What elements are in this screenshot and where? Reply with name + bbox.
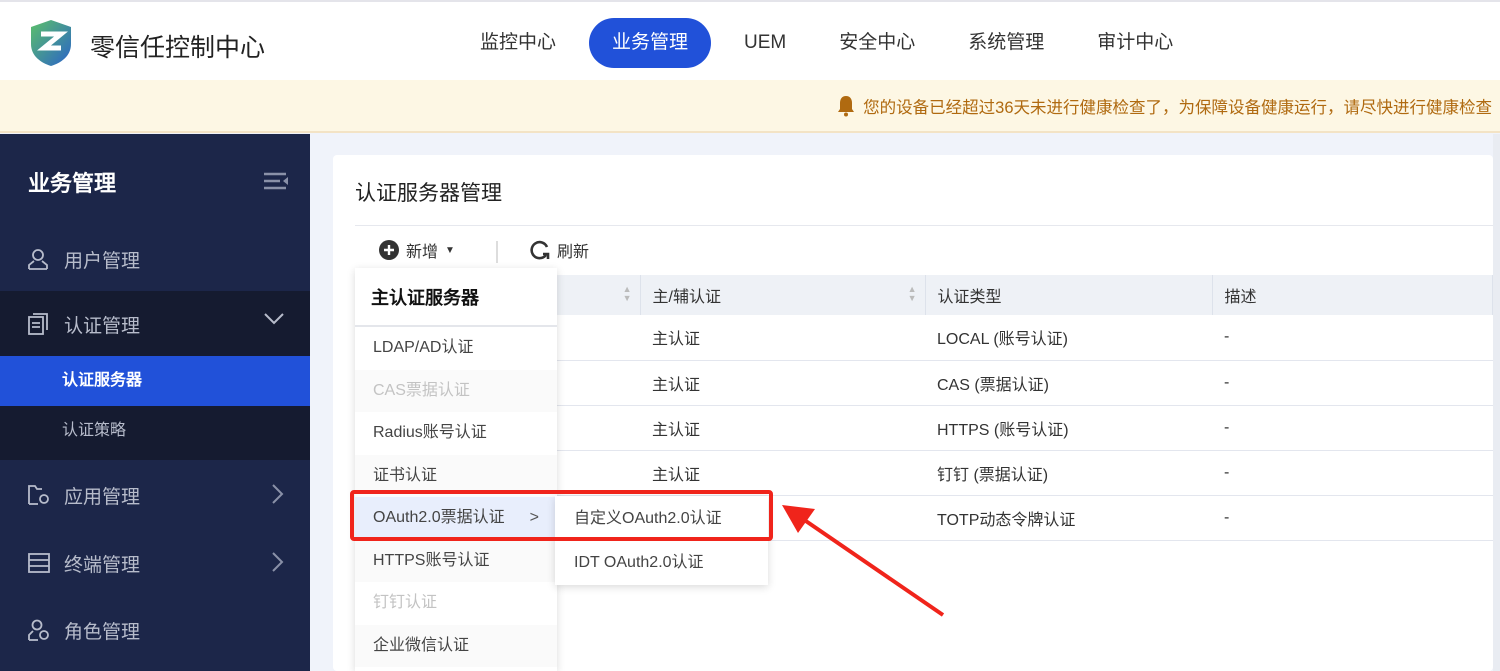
scroll-strip	[1493, 134, 1500, 671]
top-bar: 零信任控制中心 监控中心 业务管理 UEM 安全中心 系统管理 审计中心	[0, 0, 1500, 80]
dropdown-item-label: LDAP/AD认证	[373, 339, 474, 356]
table-cell: 主认证	[640, 450, 925, 496]
collapse-menu-icon[interactable]	[264, 172, 288, 190]
table-cell: TOTP动态令牌认证	[925, 495, 1212, 541]
column-header-description: 描述	[1212, 275, 1493, 315]
dropdown-item[interactable]: 企业微信认证	[355, 624, 557, 667]
app-title: 零信任控制中心	[90, 34, 266, 62]
add-button[interactable]: 新增 ▼	[379, 238, 455, 262]
dropdown-header: 主认证服务器	[355, 268, 557, 327]
dropdown-item-label: 钉钉认证	[373, 594, 438, 611]
sidebar-item-apps[interactable]: 应用管理	[0, 462, 310, 528]
nav-audit[interactable]: 审计中心	[1077, 18, 1193, 68]
terminal-icon	[28, 552, 50, 574]
sidebar-item-label: 应用管理	[64, 486, 141, 508]
chevron-right-icon	[272, 552, 284, 572]
sort-icon[interactable]: ▲ ▼	[623, 285, 632, 303]
dropdown-item: 钉钉认证	[355, 582, 557, 625]
table-cell: HTTPS (账号认证)	[925, 405, 1212, 451]
table-cell: CAS (票据认证)	[925, 360, 1212, 406]
sidebar-item-label: 认证管理	[64, 315, 141, 337]
folder-gear-icon	[28, 484, 50, 506]
column-header-primary[interactable]: 主/辅认证 ▲ ▼	[640, 275, 926, 315]
role-icon	[28, 619, 50, 641]
table-cell: 主认证	[640, 360, 925, 406]
sort-icon[interactable]: ▲ ▼	[908, 285, 917, 303]
sidebar-item-roles[interactable]: 角色管理	[0, 597, 310, 663]
logo-icon	[31, 20, 71, 66]
sidebar-item-label: 用户管理	[64, 250, 141, 272]
dropdown-item[interactable]: HTTPS账号认证	[355, 539, 557, 582]
refresh-label: 刷新	[557, 244, 590, 261]
nav-security[interactable]: 安全中心	[819, 18, 935, 68]
dropdown-item: CAS票据认证	[355, 369, 557, 412]
sidebar-item-auth-policy[interactable]: 认证策略	[0, 406, 310, 460]
highlight-box	[350, 490, 773, 541]
table-cell: -	[1212, 495, 1493, 541]
sidebar-item-auth-server[interactable]: 认证服务器	[0, 356, 310, 406]
dropdown-item-label: 证书认证	[373, 466, 438, 484]
user-icon	[28, 248, 50, 270]
dropdown-item-label: CAS票据认证	[373, 381, 470, 399]
caret-down-icon: ▼	[445, 244, 455, 256]
toolbar-divider	[496, 241, 498, 263]
document-icon	[28, 313, 50, 335]
sidebar-item-label: 角色管理	[64, 621, 141, 643]
banner-message: 您的设备已经超过36天未进行健康检查了，为保障设备健康运行，请尽快进行健康检查	[863, 99, 1492, 117]
table-cell: 主认证	[640, 315, 925, 361]
nav-monitor[interactable]: 监控中心	[460, 18, 576, 68]
submenu-item-idt-oauth[interactable]: IDT OAuth2.0认证	[555, 540, 768, 584]
dropdown-item[interactable]: Radius账号认证	[355, 412, 557, 455]
dropdown-item-label: Radius账号认证	[373, 424, 487, 441]
chevron-down-icon	[264, 313, 284, 325]
table-cell: 主认证	[640, 405, 925, 451]
refresh-button[interactable]: 刷新	[530, 238, 589, 262]
table-cell: LOCAL (账号认证)	[925, 315, 1212, 361]
nav-business[interactable]: 业务管理	[589, 18, 712, 68]
page-title: 认证服务器管理	[355, 182, 502, 205]
nav-uem[interactable]: UEM	[724, 18, 806, 68]
annotation-arrow-icon	[782, 505, 945, 617]
sidebar: 业务管理 用户管理 认证管理 认证服务器 认证策略 应用管理 终端管理 角色管理	[0, 134, 310, 671]
sidebar-item-users[interactable]: 用户管理	[0, 226, 310, 292]
table-cell: -	[1212, 315, 1493, 361]
sidebar-title: 业务管理	[28, 171, 117, 196]
plus-circle-icon	[379, 240, 399, 260]
sidebar-item-label: 终端管理	[64, 554, 141, 576]
add-dropdown-menu: 主认证服务器 LDAP/AD认证 CAS票据认证 Radius账号认证 证书认证 OAu…	[355, 268, 557, 671]
table-cell: -	[1212, 360, 1493, 406]
add-label: 新增	[406, 244, 439, 261]
dropdown-item[interactable]: LDAP/AD认证	[355, 327, 557, 370]
main-nav: 监控中心 业务管理 UEM 安全中心 系统管理 审计中心	[460, 18, 1206, 68]
table-cell: -	[1212, 405, 1493, 451]
chevron-right-icon	[272, 484, 284, 504]
refresh-icon	[530, 240, 550, 260]
sidebar-item-auth[interactable]: 认证管理	[0, 291, 310, 357]
column-header-type: 认证类型	[925, 275, 1213, 315]
dropdown-item-label: 企业微信认证	[373, 636, 470, 654]
nav-system[interactable]: 系统管理	[948, 18, 1064, 68]
sidebar-item-terminals[interactable]: 终端管理	[0, 530, 310, 596]
bell-icon	[838, 96, 855, 117]
dropdown-item-label: HTTPS账号认证	[373, 551, 490, 569]
health-banner: 您的设备已经超过36天未进行健康检查了，为保障设备健康运行，请尽快进行健康检查	[0, 80, 1500, 133]
table-cell: 钉钉 (票据认证)	[925, 450, 1212, 496]
table-cell: -	[1212, 450, 1493, 496]
